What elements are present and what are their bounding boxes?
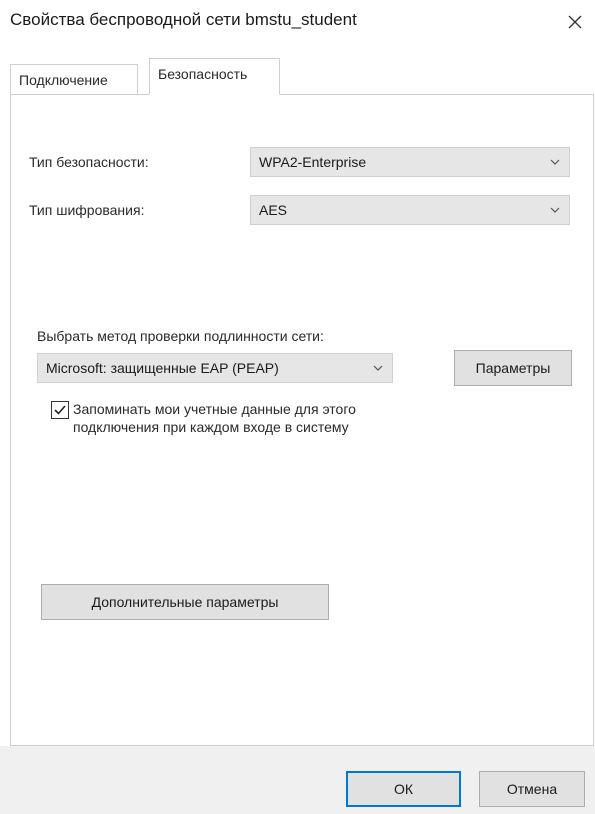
chevron-down-icon bbox=[373, 365, 383, 371]
chevron-down-icon bbox=[550, 207, 560, 213]
ok-button[interactable]: ОК bbox=[346, 771, 461, 807]
tab-security[interactable]: Безопасность bbox=[149, 58, 280, 95]
window-title: Свойства беспроводной сети bmstu_student bbox=[10, 10, 357, 29]
chevron-down-icon bbox=[550, 159, 560, 165]
advanced-settings-button[interactable]: Дополнительные параметры bbox=[41, 584, 329, 620]
remember-credentials-label-line1[interactable]: Запоминать мои учетные данные для этого bbox=[73, 400, 356, 418]
encryption-type-value: AES bbox=[259, 202, 288, 218]
remember-credentials-checkbox[interactable] bbox=[51, 401, 69, 419]
security-type-value: WPA2-Enterprise bbox=[259, 154, 367, 170]
dialog-footer: ОК Отмена bbox=[0, 746, 595, 814]
tab-connection-label: Подключение bbox=[19, 72, 108, 88]
security-type-select[interactable]: WPA2-Enterprise bbox=[250, 147, 570, 177]
close-button[interactable] bbox=[555, 6, 595, 38]
title-bar[interactable]: Свойства беспроводной сети bmstu_student bbox=[0, 0, 595, 44]
cancel-button[interactable]: Отмена bbox=[479, 771, 585, 807]
wireless-properties-dialog: Свойства беспроводной сети bmstu_student… bbox=[0, 0, 595, 814]
remember-credentials-label-line2[interactable]: подключения при каждом входе в систему bbox=[73, 418, 349, 436]
auth-method-label: Выбрать метод проверки подлинности сети: bbox=[37, 328, 324, 344]
tab-connection[interactable]: Подключение bbox=[10, 64, 138, 94]
close-icon bbox=[568, 15, 582, 29]
security-type-label: Тип безопасности: bbox=[29, 154, 149, 170]
encryption-type-label: Тип шифрования: bbox=[29, 202, 145, 218]
tab-security-label: Безопасность bbox=[158, 66, 248, 82]
auth-method-select[interactable]: Microsoft: защищенные EAP (PEAP) bbox=[37, 353, 393, 383]
auth-method-value: Microsoft: защищенные EAP (PEAP) bbox=[46, 360, 279, 376]
security-tab-panel: Тип безопасности: WPA2-Enterprise Тип ши… bbox=[10, 94, 594, 746]
parameters-button[interactable]: Параметры bbox=[454, 350, 572, 386]
encryption-type-select[interactable]: AES bbox=[250, 195, 570, 225]
checkmark-icon bbox=[54, 405, 66, 415]
